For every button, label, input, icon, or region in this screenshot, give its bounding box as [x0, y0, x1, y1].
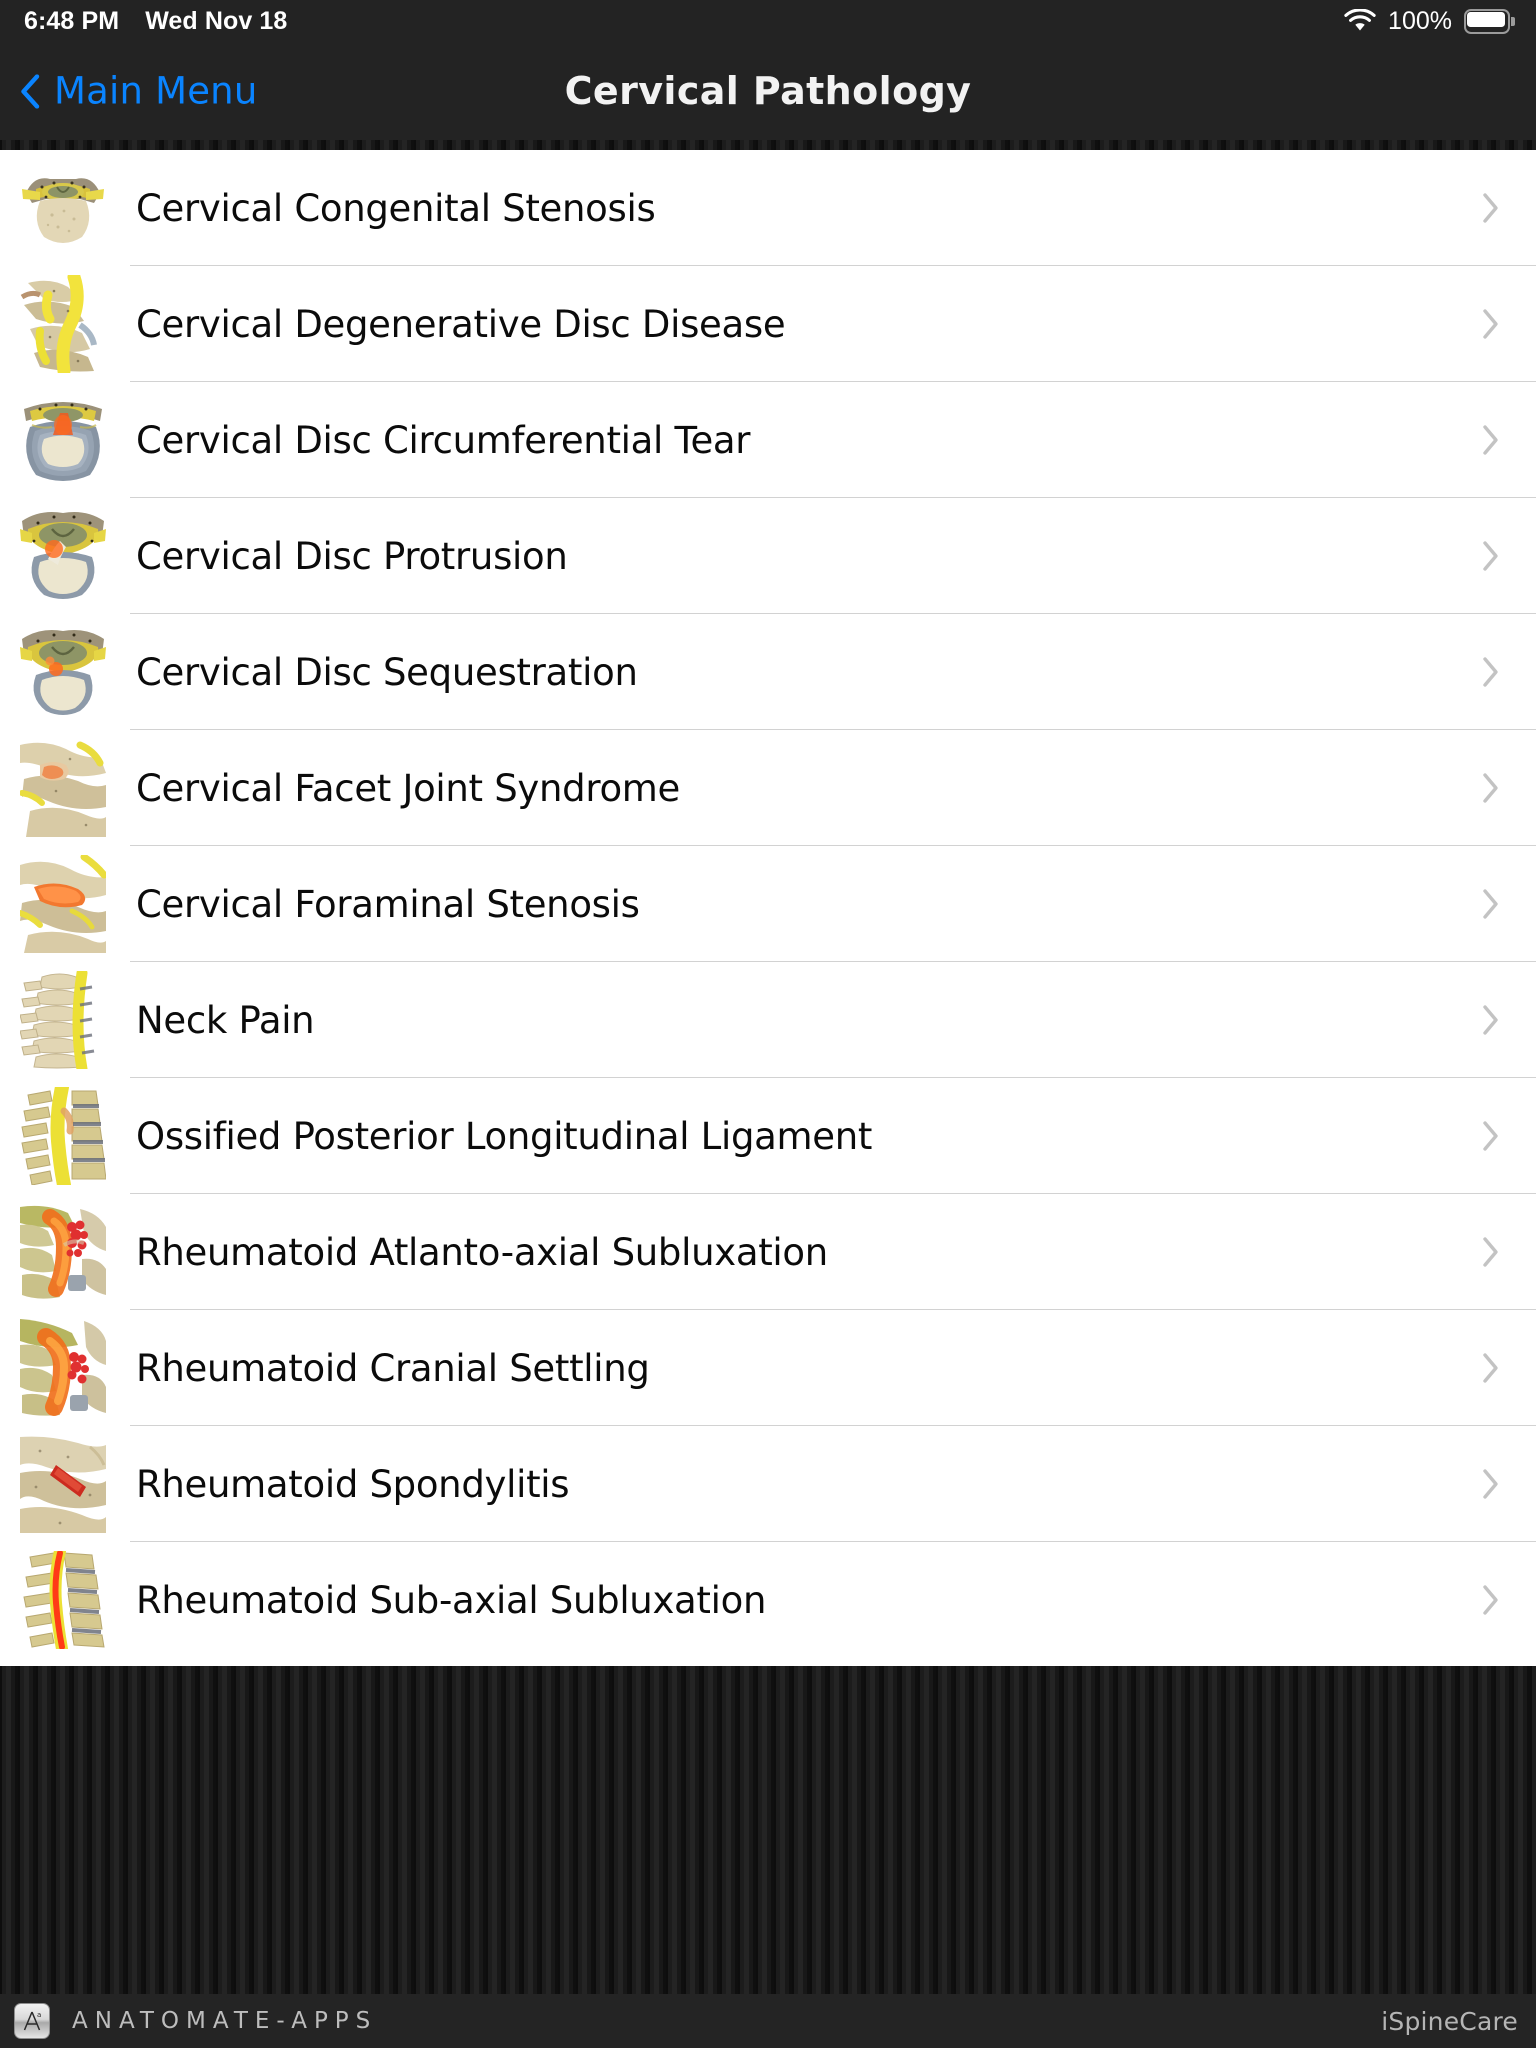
status-date: Wed Nov 18 [145, 6, 288, 35]
table-row-label: Ossified Posterior Longitudinal Ligament [136, 1114, 873, 1158]
navigation-bar: Main Menu Cervical Pathology [0, 42, 1536, 140]
brand-label: ANATOMATE-APPS [72, 2008, 378, 2034]
table-row[interactable]: Cervical Foraminal Stenosis [0, 846, 1536, 962]
table-row-label: Cervical Disc Sequestration [136, 650, 638, 694]
chevron-right-icon[interactable] [1482, 1468, 1500, 1500]
chevron-right-icon[interactable] [1482, 888, 1500, 920]
status-bar-right: 100% [1344, 7, 1536, 36]
axial-disc-protrusion-thumb [20, 507, 106, 605]
opll-lateral-spine-thumb [20, 1087, 106, 1185]
table-row-label: Cervical Congenital Stenosis [136, 186, 656, 230]
lateral-cervical-spine-thumb [20, 971, 106, 1069]
wifi-icon [1344, 8, 1376, 33]
table-row-label: Cervical Disc Circumferential Tear [136, 418, 751, 462]
chevron-right-icon[interactable] [1482, 1236, 1500, 1268]
table-row-label: Rheumatoid Sub-axial Subluxation [136, 1578, 767, 1622]
battery-percent-label: 100% [1388, 6, 1452, 35]
table-row-label: Rheumatoid Spondylitis [136, 1462, 570, 1506]
app-screen: 6:48 PM Wed Nov 18 100% Main Menu Cervic… [0, 0, 1536, 2048]
table-row[interactable]: Neck Pain [0, 962, 1536, 1078]
table-row[interactable]: Ossified Posterior Longitudinal Ligament [0, 1078, 1536, 1194]
cranial-settling-pannus-thumb [20, 1319, 106, 1417]
table-row-label: Cervical Facet Joint Syndrome [136, 766, 680, 810]
table-row[interactable]: Cervical Degenerative Disc Disease [0, 266, 1536, 382]
table-row[interactable]: Rheumatoid Atlanto-axial Subluxation [0, 1194, 1536, 1310]
chevron-right-icon[interactable] [1482, 308, 1500, 340]
anatomate-app-icon: a [14, 2003, 50, 2039]
atlantoaxial-pannus-thumb [20, 1203, 106, 1301]
table-row-label: Neck Pain [136, 998, 315, 1042]
table-row[interactable]: Cervical Disc Circumferential Tear [0, 382, 1536, 498]
table-row-label: Cervical Degenerative Disc Disease [136, 302, 786, 346]
table-row[interactable]: Cervical Congenital Stenosis [0, 150, 1536, 266]
chevron-right-icon[interactable] [1482, 656, 1500, 688]
svg-text:a: a [37, 2011, 41, 2019]
bottom-texture-panel [0, 1666, 1536, 1994]
axial-disc-annular-tear-thumb [20, 391, 106, 489]
facet-joint-inflammation-thumb [20, 739, 106, 837]
pathology-list[interactable]: Cervical Congenital Stenosis Cervical De… [0, 150, 1536, 1666]
brand-group: a ANATOMATE-APPS [0, 2003, 377, 2039]
chevron-right-icon[interactable] [1482, 1584, 1500, 1616]
table-row[interactable]: Cervical Disc Protrusion [0, 498, 1536, 614]
table-row-label: Rheumatoid Atlanto-axial Subluxation [136, 1230, 828, 1274]
chevron-right-icon[interactable] [1482, 1120, 1500, 1152]
rheumatoid-spondylitis-thumb [20, 1435, 106, 1533]
page-title: Cervical Pathology [564, 69, 972, 113]
table-row[interactable]: Rheumatoid Sub-axial Subluxation [0, 1542, 1536, 1658]
subaxial-subluxation-thumb [20, 1551, 106, 1649]
chevron-right-icon[interactable] [1482, 1352, 1500, 1384]
chevron-right-icon[interactable] [1482, 192, 1500, 224]
list-top-texture-strip [0, 140, 1536, 150]
status-bar: 6:48 PM Wed Nov 18 100% [0, 0, 1536, 42]
table-row[interactable]: Cervical Facet Joint Syndrome [0, 730, 1536, 846]
axial-disc-sequestration-thumb [20, 623, 106, 721]
battery-full-icon [1464, 8, 1515, 34]
footer-bar: a ANATOMATE-APPS iSpineCare [0, 1994, 1536, 2048]
foraminal-stenosis-thumb [20, 855, 106, 953]
table-row[interactable]: Rheumatoid Spondylitis [0, 1426, 1536, 1542]
table-row-label: Cervical Disc Protrusion [136, 534, 568, 578]
app-name-label: iSpineCare [1381, 2006, 1518, 2036]
sagittal-vertebrae-nerve-thumb [20, 275, 106, 373]
table-row[interactable]: Rheumatoid Cranial Settling [0, 1310, 1536, 1426]
chevron-right-icon[interactable] [1482, 540, 1500, 572]
chevron-right-icon[interactable] [1482, 772, 1500, 804]
table-row-label: Cervical Foraminal Stenosis [136, 882, 640, 926]
table-row[interactable]: Cervical Disc Sequestration [0, 614, 1536, 730]
chevron-right-icon[interactable] [1482, 424, 1500, 456]
status-bar-left: 6:48 PM Wed Nov 18 [0, 7, 287, 36]
status-time: 6:48 PM [24, 6, 120, 35]
axial-vertebra-canal-thumb [20, 159, 106, 257]
chevron-right-icon[interactable] [1482, 1004, 1500, 1036]
table-row-label: Rheumatoid Cranial Settling [136, 1346, 650, 1390]
